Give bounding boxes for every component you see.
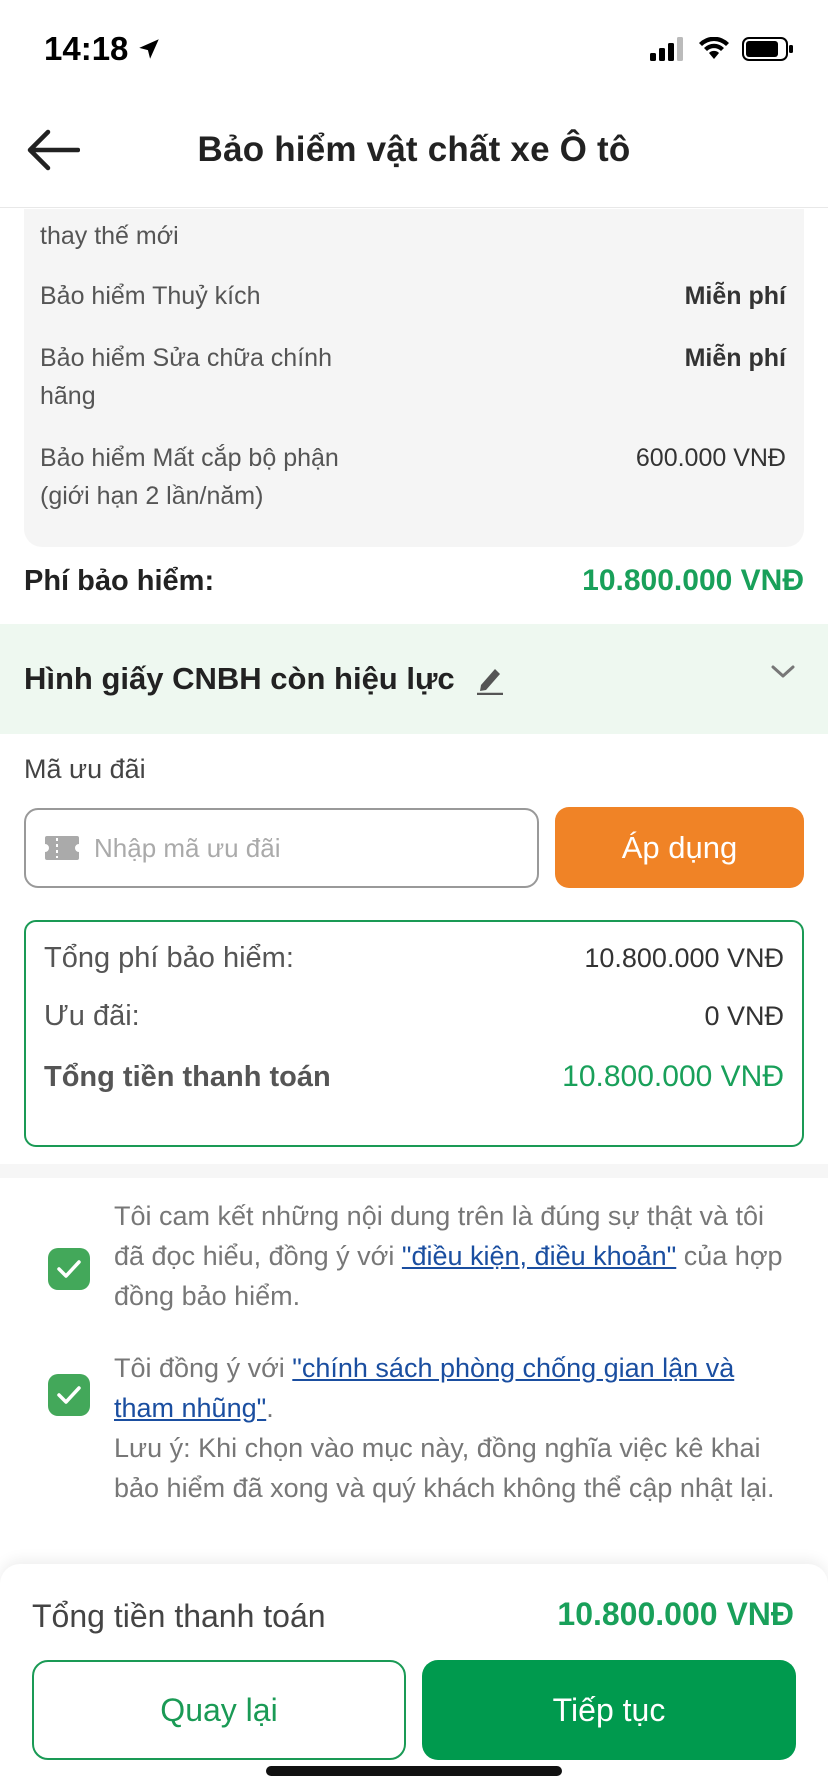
cellular-signal-icon [650,37,683,61]
anticorruption-text-before: Tôi đồng ý với [114,1353,293,1383]
home-indicator [266,1766,562,1776]
checkmark-icon [57,1386,81,1404]
promo-input[interactable] [94,832,494,864]
total-payment-label: Tổng tiền thanh toán [44,1060,331,1093]
terms-agreement: Tôi cam kết những nội dung trên là đúng … [48,1196,792,1316]
payment-summary: Tổng phí bảo hiểm: 10.800.000 VNĐ Ưu đãi… [24,920,804,1147]
ticket-icon [45,836,79,860]
status-indicators [650,36,794,62]
promo-label: Mã ưu đãi [24,754,146,784]
wifi-icon [699,37,729,59]
anticorruption-text-after: . [266,1393,274,1423]
total-payment-value: 10.800.000 VNĐ [562,1060,784,1093]
back-button[interactable]: Quay lại [32,1660,406,1760]
checkmark-icon [57,1260,81,1278]
insurance-fee-row: Phí bảo hiểm: 10.800.000 VNĐ [24,564,804,598]
anticorruption-agreement: Tôi đồng ý với "chính sách phòng chống g… [48,1348,792,1508]
certificate-section[interactable]: Hình giấy CNBH còn hiệu lực [0,624,828,734]
coverage-value: 600.000 VNĐ [635,444,786,472]
coverage-row: thay thế mới [40,217,786,255]
fee-label: Phí bảo hiểm: [24,564,215,597]
coverage-row: Bảo hiểm Thuỷ kích Miễn phí [40,277,786,315]
page-title: Bảo hiểm vật chất xe Ô tô [197,130,631,169]
coverage-row: Bảo hiểm Sửa chữa chính hãng Miễn phí [40,339,786,415]
apply-promo-button[interactable]: Áp dụng [555,807,804,888]
app-header: Bảo hiểm vật chất xe Ô tô [0,100,828,208]
discount-label: Ưu đãi: [44,1000,140,1032]
anticorruption-text: Tôi đồng ý với "chính sách phòng chống g… [114,1348,792,1508]
coverage-value: Miễn phí [684,344,786,372]
location-arrow-icon [139,39,160,59]
section-divider [0,1164,828,1178]
coverage-label: Bảo hiểm Thuỷ kích [40,282,261,310]
status-bar: 14:18 [0,0,828,100]
anticorruption-checkbox[interactable] [48,1374,90,1416]
promo-field[interactable] [24,808,539,888]
fee-value: 10.800.000 VNĐ [582,564,804,597]
coverage-row: Bảo hiểm Mất cắp bộ phận (giới hạn 2 lần… [40,439,786,515]
battery-icon [742,37,793,61]
coverage-label: Bảo hiểm Sửa chữa chính hãng [40,344,332,410]
summary-row: Tổng tiền thanh toán 10.800.000 VNĐ [44,1060,784,1094]
status-time-text: 14:18 [44,30,129,67]
bottom-action-bar: Tổng tiền thanh toán 10.800.000 VNĐ Quay… [0,1564,828,1792]
continue-button[interactable]: Tiếp tục [422,1660,796,1760]
anticorruption-note: Lưu ý: Khi chọn vào mục này, đồng nghĩa … [114,1433,775,1503]
coverage-label: thay thế mới [40,222,179,250]
summary-row: Ưu đãi: 0 VNĐ [44,1000,784,1033]
terms-link[interactable]: "điều kiện, điều khoản" [402,1241,676,1271]
terms-checkbox[interactable] [48,1248,90,1290]
edit-pencil-icon[interactable] [475,663,505,695]
status-time: 14:18 [44,30,162,68]
discount-value: 0 VNĐ [704,1001,784,1031]
total-fee-value: 10.800.000 VNĐ [584,943,784,973]
coverage-label: Bảo hiểm Mất cắp bộ phận (giới hạn 2 lần… [40,444,339,510]
coverage-card: thay thế mới Bảo hiểm Thuỷ kích Miễn phí… [24,209,804,547]
certificate-title: Hình giấy CNBH còn hiệu lực [24,661,455,696]
chevron-down-icon[interactable] [770,664,796,680]
total-fee-label: Tổng phí bảo hiểm: [44,942,294,974]
coverage-value: Miễn phí [684,282,786,310]
bottom-total-value: 10.800.000 VNĐ [557,1596,794,1632]
summary-row: Tổng phí bảo hiểm: 10.800.000 VNĐ [44,942,784,975]
terms-text: Tôi cam kết những nội dung trên là đúng … [114,1196,792,1316]
bottom-total-label: Tổng tiền thanh toán [32,1598,326,1634]
